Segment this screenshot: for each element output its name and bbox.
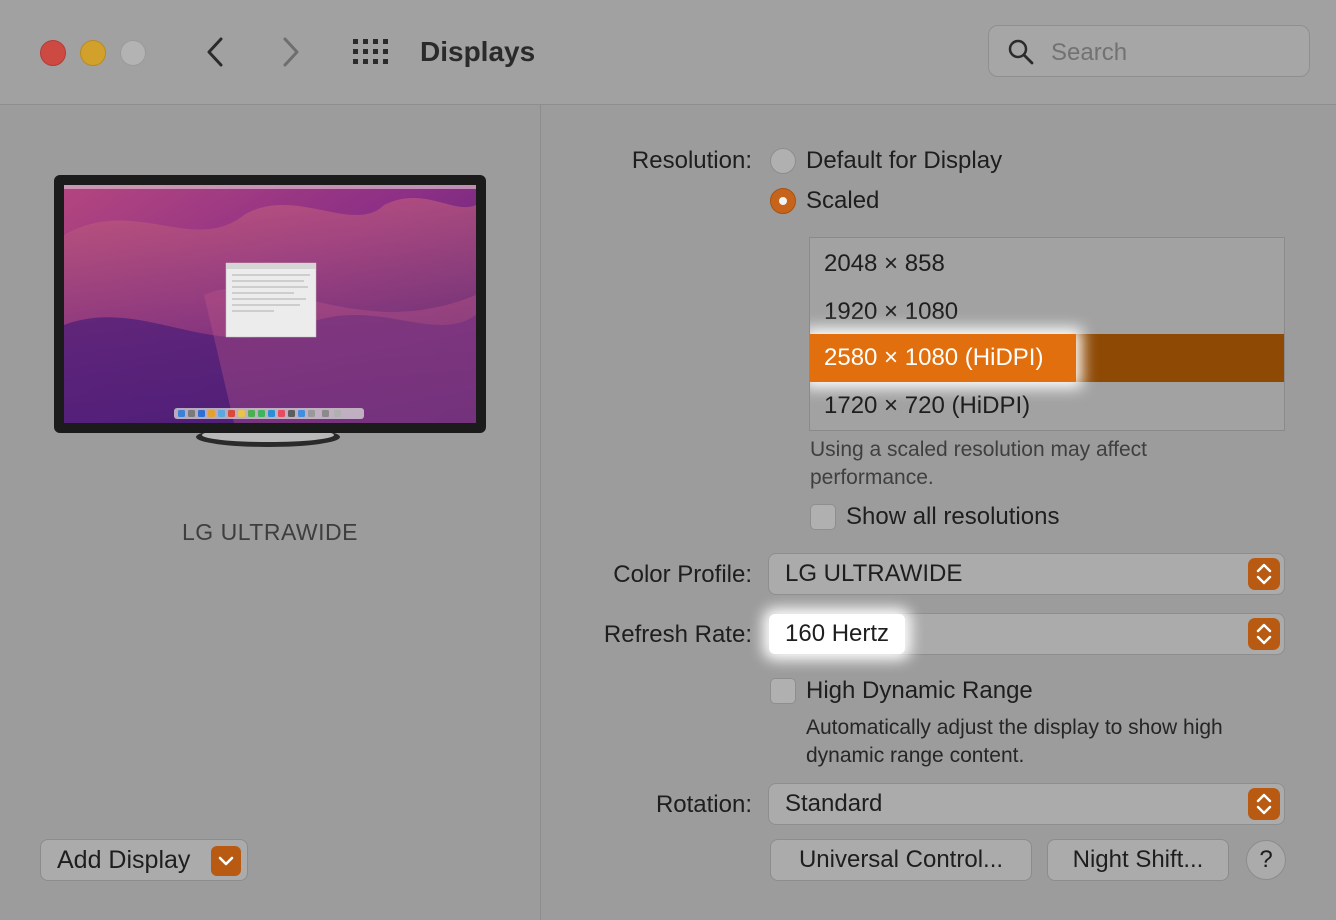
resolution-label: Resolution: [631, 147, 752, 174]
resolution-row-label: 1720 × 720 (HiDPI) [824, 392, 1031, 419]
rotation-label: Rotation: [655, 791, 752, 818]
show-all-button[interactable] [352, 38, 390, 66]
radio-default-for-display-label: Default for Display [806, 147, 1003, 174]
chevron-left-icon [207, 37, 223, 67]
hdr-label: High Dynamic Range [806, 677, 1033, 704]
grid-icon [353, 39, 388, 64]
resolution-row-label: 2580 × 1080 (HiDPI) [824, 344, 1044, 371]
refresh-rate-label: Refresh Rate: [603, 621, 752, 648]
minimize-button[interactable] [80, 40, 106, 66]
rotation-value: Standard [785, 790, 883, 817]
show-all-resolutions-checkbox[interactable] [810, 504, 836, 530]
resolution-row[interactable]: 1920 × 1080 [810, 288, 1284, 336]
zoom-button[interactable] [120, 40, 146, 66]
refresh-rate-popup[interactable]: 160 Hertz [768, 613, 1285, 655]
show-all-resolutions-label: Show all resolutions [846, 503, 1060, 530]
night-shift-button[interactable]: Night Shift... [1047, 839, 1229, 881]
radio-scaled[interactable] [770, 188, 796, 214]
help-button[interactable]: ? [1246, 840, 1286, 880]
radio-default-for-display[interactable] [770, 148, 796, 174]
search-field[interactable] [988, 25, 1310, 77]
scaled-note-line1: Using a scaled resolution may affect [810, 438, 1147, 461]
chevron-down-icon [211, 846, 241, 876]
title-bar: Displays [0, 0, 1336, 105]
resolution-row-selected[interactable]: 2580 × 1080 (HiDPI) [810, 334, 1284, 382]
resolution-row[interactable]: 1720 × 720 (HiDPI) [810, 382, 1284, 430]
up-down-chevron-icon [1248, 558, 1280, 590]
add-display-button[interactable]: Add Display [40, 839, 248, 881]
search-icon [1008, 39, 1034, 65]
resolution-row[interactable]: 2048 × 858 [810, 240, 1284, 288]
refresh-rate-value: 160 Hertz [769, 614, 906, 654]
color-profile-label: Color Profile: [613, 561, 752, 588]
system-preferences-window: Displays Search LG ULTRAWIDE Add Display… [0, 0, 1336, 920]
window-title: Displays [420, 36, 536, 67]
rotation-popup[interactable]: Standard [768, 783, 1285, 825]
search-input[interactable] [1049, 36, 1293, 70]
close-button[interactable] [40, 40, 66, 66]
chevron-right-icon [283, 37, 299, 67]
color-profile-popup[interactable]: LG ULTRAWIDE [768, 553, 1285, 595]
hdr-checkbox[interactable] [770, 678, 796, 704]
resolution-row-label: 2048 × 858 [824, 250, 945, 277]
up-down-chevron-icon [1248, 788, 1280, 820]
back-button[interactable] [198, 34, 234, 70]
resolution-row-label: 1920 × 1080 [824, 298, 959, 325]
hdr-note-line1: Automatically adjust the display to show… [806, 716, 1223, 739]
forward-button[interactable] [272, 34, 308, 70]
display-name: LG ULTRAWIDE [182, 519, 358, 545]
radio-scaled-label: Scaled [806, 187, 880, 214]
monitor-image [54, 175, 486, 447]
add-display-label: Add Display [57, 846, 191, 874]
resolution-list[interactable]: 2048 × 858 1920 × 1080 2580 × 1080 (HiDP… [809, 237, 1285, 431]
up-down-chevron-icon [1248, 618, 1280, 650]
hdr-note-line2: dynamic range content. [806, 744, 1025, 767]
scaled-note-line2: performance. [810, 466, 934, 489]
color-profile-value: LG ULTRAWIDE [785, 560, 963, 587]
universal-control-button[interactable]: Universal Control... [770, 839, 1032, 881]
